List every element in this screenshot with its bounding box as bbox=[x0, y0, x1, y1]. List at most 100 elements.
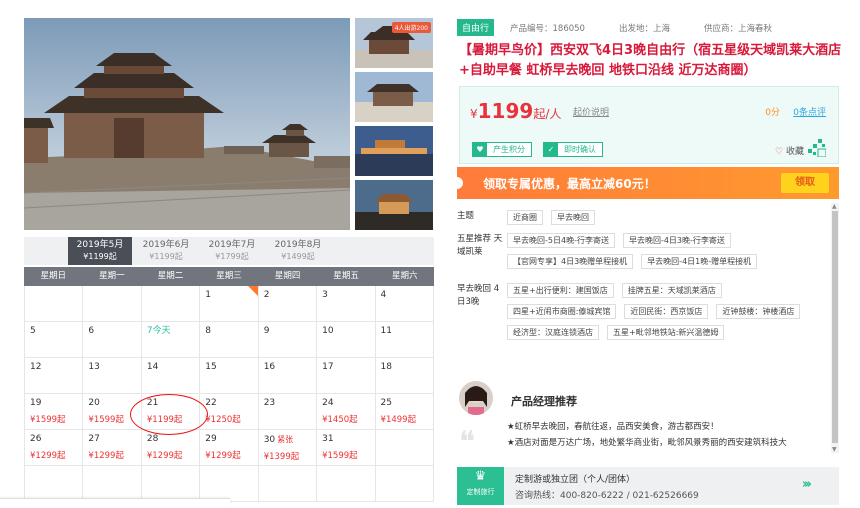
option-tag[interactable]: 五星+毗邻地铁站:新兴温德姆 bbox=[607, 325, 725, 340]
main-photo[interactable] bbox=[24, 18, 350, 230]
day-number: 5 bbox=[30, 326, 82, 337]
option-tag[interactable]: 五星+出行便利：建国饭店 bbox=[507, 283, 614, 298]
calendar-day-cell[interactable]: 11 bbox=[376, 322, 434, 357]
corner-flag-icon bbox=[247, 286, 258, 296]
calendar-day-cell bbox=[376, 466, 434, 501]
calendar-day-cell[interactable]: 5 bbox=[24, 322, 84, 357]
month-tabs: 2019年5月 ¥1199起 2019年6月 ¥1199起 2019年7月 ¥1799起 2… bbox=[24, 237, 434, 265]
day-price: ¥1499起 bbox=[380, 415, 417, 425]
price-note-link[interactable]: 起价说明 bbox=[573, 105, 609, 118]
option-tag[interactable]: 【官网专享】4日3晚赠单程接机 bbox=[507, 254, 634, 269]
price-value: 1199 bbox=[477, 99, 534, 123]
calendar-day-cell[interactable]: 27 ¥1299起 bbox=[83, 430, 142, 465]
day-number: 19 bbox=[30, 398, 82, 409]
thumbnail-2[interactable] bbox=[355, 72, 433, 122]
day-number: 4 bbox=[381, 290, 433, 301]
option-tag[interactable]: 挂牌五星：天域凯莱酒店 bbox=[621, 283, 722, 298]
option-tag[interactable]: 早去晚回 bbox=[551, 210, 595, 225]
calendar-day-cell bbox=[24, 286, 84, 321]
day-number-text: 3 bbox=[322, 290, 328, 300]
day-price: ¥1599起 bbox=[30, 415, 66, 425]
calendar-day-cell[interactable]: 10 bbox=[317, 322, 376, 357]
thumbnail-4[interactable] bbox=[355, 180, 433, 230]
month-tab[interactable]: 2019年8月 ¥1499起 bbox=[266, 237, 330, 265]
manager-line: ★酒店对面是万达广场，地处繁华商业街，毗邻风景秀丽的西安建筑科技大 bbox=[507, 438, 787, 448]
calendar-day-cell[interactable]: 28 ¥1299起 bbox=[142, 430, 201, 465]
calendar-day-cell[interactable]: 12 bbox=[24, 358, 84, 393]
calendar-day-cell[interactable]: 1 bbox=[200, 286, 259, 321]
calendar-day-cell[interactable]: 19 ¥1599起 bbox=[24, 394, 84, 429]
month-tab[interactable]: 2019年6月 ¥1199起 bbox=[134, 237, 198, 265]
month-tab[interactable]: 2019年7月 ¥1799起 bbox=[200, 237, 264, 265]
arrow-right-icon[interactable]: ››› bbox=[802, 477, 812, 492]
calendar-day-cell[interactable]: 7今天 bbox=[142, 322, 201, 357]
calendar-week-row: 19 ¥1599起 20 ¥1599起 21 ¥1199起 22 ¥1250起 23 24 ¥145… bbox=[24, 394, 434, 430]
qr-code-icon[interactable] bbox=[808, 139, 826, 157]
custom-tour-icon-label: 定制旅行 bbox=[466, 488, 495, 496]
calendar-day-cell[interactable]: 13 bbox=[83, 358, 142, 393]
calendar-day-cell[interactable]: 8 bbox=[200, 322, 259, 357]
calendar-day-cell[interactable]: 18 bbox=[376, 358, 434, 393]
calendar-day-cell[interactable]: 14 bbox=[142, 358, 201, 393]
check-icon: ✓ bbox=[544, 143, 558, 156]
calendar-day-cell[interactable]: 22 ¥1250起 bbox=[200, 394, 259, 429]
day-number: 12 bbox=[30, 362, 82, 373]
reviews-link[interactable]: 0条点评 bbox=[793, 105, 826, 118]
supplier: 供应商：上海春秋 bbox=[703, 23, 772, 34]
calendar-day-cell[interactable]: 24 ¥1450起 bbox=[317, 394, 376, 429]
calendar-day-cell[interactable]: 25 ¥1499起 bbox=[376, 394, 434, 429]
day-price: ¥1299起 bbox=[146, 451, 183, 461]
day-number-text: 2 bbox=[263, 290, 270, 300]
option-tag[interactable]: 早去晚回-5日4晚-行李寄送 bbox=[507, 233, 615, 248]
scroll-thumb[interactable] bbox=[832, 211, 838, 443]
quote-icon: ❝ bbox=[459, 425, 476, 458]
day-number: 8 bbox=[205, 326, 257, 337]
calendar-day-cell[interactable]: 30 紧张 ¥1399起 bbox=[259, 430, 318, 465]
day-price: ¥1450起 bbox=[322, 415, 358, 425]
thumbnail-1[interactable]: 4人出游200 bbox=[355, 18, 433, 68]
calendar-day-cell bbox=[376, 430, 434, 465]
bottom-bar bbox=[0, 498, 230, 508]
month-tab[interactable]: 2019年5月 ¥1199起 bbox=[68, 237, 132, 265]
promo-banner[interactable]: 领取专属优惠，最高立减60元！ 领取 bbox=[457, 167, 839, 199]
calendar-day-cell[interactable]: 6 bbox=[83, 322, 142, 357]
calendar-day-cell[interactable]: 17 bbox=[317, 358, 376, 393]
option-tag[interactable]: 早去晚回-4日3晚-行李寄送 bbox=[622, 233, 731, 248]
thumbnail-strip: 4人出游200 bbox=[355, 18, 433, 234]
claim-button[interactable]: 领取 bbox=[781, 173, 829, 193]
option-tag[interactable]: 经济型：汉庭连锁酒店 bbox=[507, 325, 599, 340]
points-feature: ♥ 产生积分 bbox=[472, 142, 532, 157]
calendar-day-cell[interactable]: 2 bbox=[259, 286, 318, 321]
day-number-text: 19 bbox=[30, 398, 42, 408]
day-number-text: 4 bbox=[380, 290, 387, 300]
day-number-text: 31 bbox=[322, 434, 334, 444]
theme-label: 主题 bbox=[457, 211, 475, 221]
calendar-day-cell[interactable]: 9 bbox=[259, 322, 318, 357]
option-tag[interactable]: 早去晚回-4日1晚-赠单程接机 bbox=[641, 254, 758, 269]
calendar-day-cell[interactable]: 15 bbox=[200, 358, 259, 393]
calendar-week-row: 5 6 7今天 8 9 10 11 bbox=[24, 322, 434, 358]
detail-scroll-area[interactable]: 主题 近商圈 早去晚回 五星推荐 天域凯莱 早去晚回-5日4晚-行李寄送 早去晚回-… bbox=[457, 200, 839, 458]
calendar-day-cell[interactable]: 31 ¥1599起 bbox=[317, 430, 376, 465]
favorite-button[interactable]: ♡ 收藏 bbox=[775, 144, 804, 157]
thumbnail-3[interactable] bbox=[355, 126, 433, 176]
scroll-down-icon[interactable]: ▼ bbox=[832, 446, 837, 453]
calendar-day-cell[interactable]: 29 ¥1299起 bbox=[200, 430, 259, 465]
scroll-up-icon[interactable]: ▲ bbox=[832, 203, 837, 210]
calendar-day-cell[interactable]: 4 bbox=[376, 286, 434, 321]
calendar-day-cell[interactable]: 16 bbox=[259, 358, 318, 393]
instant-confirm-feature: ✓ 即时确认 bbox=[543, 142, 603, 157]
option-tag[interactable]: 四星+近闹市商圈:傣城宾馆 bbox=[507, 304, 617, 319]
option-tag[interactable]: 近钟鼓楼：钟楼酒店 bbox=[716, 304, 801, 319]
custom-tour-bar[interactable]: ♛ 定制旅行 定制游或独立团（个人/团体） 咨询热线：400-820-6222 … bbox=[457, 467, 839, 505]
price: ¥1199起/人 bbox=[470, 99, 561, 123]
detail-scrollbar[interactable]: ▲ ▼ bbox=[831, 203, 839, 453]
calendar-day-cell[interactable]: 3 bbox=[317, 286, 376, 321]
day-number-text: 22 bbox=[205, 398, 217, 408]
option-tag[interactable]: 近回民街：西京饭店 bbox=[624, 304, 709, 319]
calendar-day-cell[interactable]: 26 ¥1299起 bbox=[24, 430, 84, 465]
option-tag[interactable]: 近商圈 bbox=[507, 210, 543, 225]
calendar-day-cell[interactable]: 23 bbox=[259, 394, 318, 429]
day-number-text: 27 bbox=[88, 434, 100, 444]
day-number: 17 bbox=[322, 362, 374, 373]
